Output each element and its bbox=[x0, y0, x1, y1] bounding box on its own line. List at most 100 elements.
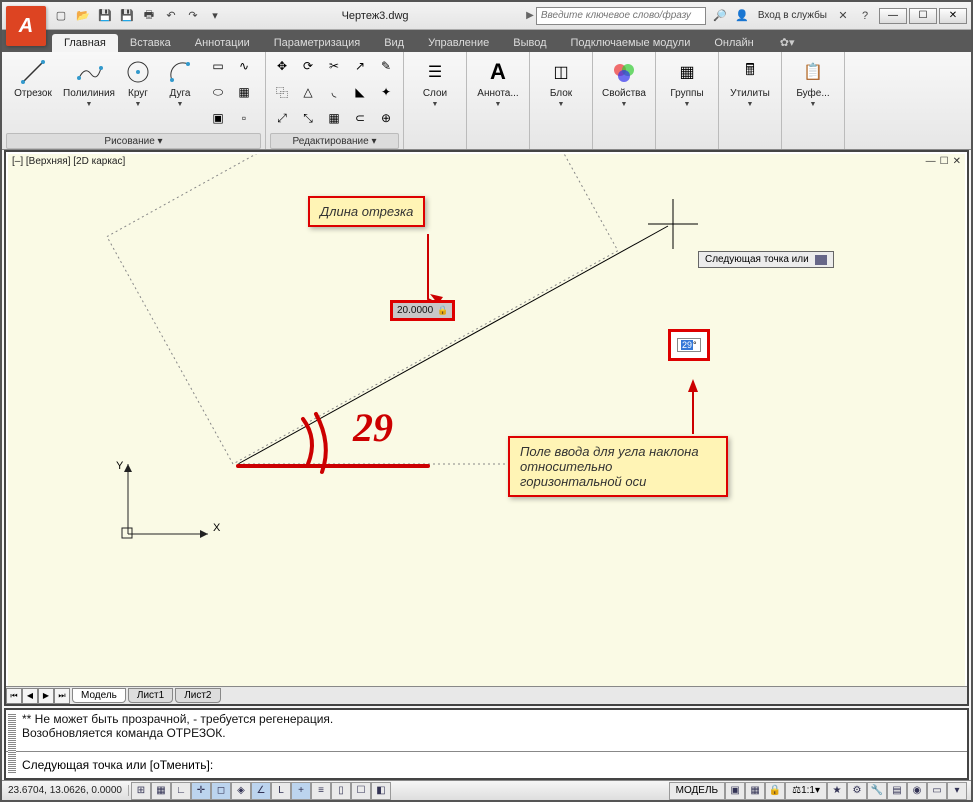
rectangle-icon[interactable]: ▭ bbox=[206, 54, 230, 78]
qat-dropdown-icon[interactable]: ▾ bbox=[206, 7, 224, 25]
exchange-icon[interactable]: ✕ bbox=[833, 7, 853, 25]
redo-icon[interactable]: ↷ bbox=[184, 7, 202, 25]
search-input[interactable] bbox=[536, 7, 706, 25]
annoscale-icon[interactable]: 🔒 bbox=[765, 782, 785, 800]
user-icon[interactable]: 👤 bbox=[732, 7, 752, 25]
clean-icon[interactable]: ▭ bbox=[927, 782, 947, 800]
utilities-button[interactable]: 🖩Утилиты▼ bbox=[723, 54, 777, 112]
tab-view[interactable]: Вид bbox=[372, 34, 416, 52]
sc-icon[interactable]: ◧ bbox=[371, 782, 391, 800]
quickview2-icon[interactable]: ▦ bbox=[745, 782, 765, 800]
copy-icon[interactable]: ⿻ bbox=[270, 80, 294, 104]
ws-icon[interactable]: ⚙ bbox=[847, 782, 867, 800]
dynamic-length-input[interactable]: 20.0000 🔒 bbox=[390, 300, 455, 321]
tpy-icon[interactable]: ▯ bbox=[331, 782, 351, 800]
lwt-icon[interactable]: ≡ bbox=[311, 782, 331, 800]
isolate-icon[interactable]: ◉ bbox=[907, 782, 927, 800]
panel-draw-label[interactable]: Рисование ▾ bbox=[6, 133, 261, 149]
command-input[interactable]: Следующая точка или [оТменить]: bbox=[6, 752, 967, 778]
arc-button[interactable]: Дуга▼ bbox=[160, 54, 200, 112]
tab-annotate[interactable]: Аннотации bbox=[183, 34, 262, 52]
tab-help-icon[interactable]: ✿▾ bbox=[774, 33, 801, 52]
print-icon[interactable]: 🖶 bbox=[140, 7, 158, 25]
tab-manage[interactable]: Управление bbox=[416, 34, 501, 52]
search-icon[interactable]: 🔎 bbox=[710, 7, 730, 25]
tab-plugins[interactable]: Подключаемые модули bbox=[559, 34, 703, 52]
layers-button[interactable]: ☰Слои▼ bbox=[408, 54, 462, 112]
polyline-button[interactable]: Полилиния▼ bbox=[62, 54, 116, 112]
erase-icon[interactable]: ✎ bbox=[374, 54, 398, 78]
properties-button[interactable]: Свойства▼ bbox=[597, 54, 651, 112]
annovisibility-icon[interactable]: ★ bbox=[827, 782, 847, 800]
sheet-first-icon[interactable]: ⏮ bbox=[6, 688, 22, 704]
trim-icon[interactable]: ✂ bbox=[322, 54, 346, 78]
dyn-icon[interactable]: + bbox=[291, 782, 311, 800]
open-icon[interactable]: 📂 bbox=[74, 7, 92, 25]
sheet-next-icon[interactable]: ▶ bbox=[38, 688, 54, 704]
region-icon[interactable]: ▣ bbox=[206, 106, 230, 130]
move-icon[interactable]: ✥ bbox=[270, 54, 294, 78]
tab-output[interactable]: Вывод bbox=[501, 34, 558, 52]
mirror-icon[interactable]: △ bbox=[296, 80, 320, 104]
tab-sheet1[interactable]: Лист1 bbox=[128, 688, 173, 703]
minimize-button[interactable]: — bbox=[879, 8, 907, 24]
point-icon[interactable]: ▫ bbox=[232, 106, 256, 130]
snap-icon[interactable]: ⊞ bbox=[131, 782, 151, 800]
save-icon[interactable]: 💾 bbox=[96, 7, 114, 25]
extend-icon[interactable]: ↗ bbox=[348, 54, 372, 78]
app-logo[interactable]: A bbox=[6, 6, 46, 46]
groups-button[interactable]: ▦Группы▼ bbox=[660, 54, 714, 112]
new-icon[interactable]: ▢ bbox=[52, 7, 70, 25]
otrack-icon[interactable]: ∠ bbox=[251, 782, 271, 800]
rotate-icon[interactable]: ⟳ bbox=[296, 54, 320, 78]
hatch-icon[interactable]: ▦ bbox=[232, 80, 256, 104]
maximize-button[interactable]: ☐ bbox=[909, 8, 937, 24]
ellipse-icon[interactable]: ⬭ bbox=[206, 80, 230, 104]
tab-model[interactable]: Модель bbox=[72, 688, 126, 703]
sheet-prev-icon[interactable]: ◀ bbox=[22, 688, 38, 704]
panel-modify-label[interactable]: Редактирование ▾ bbox=[270, 133, 399, 149]
prompt-menu-icon[interactable] bbox=[815, 255, 827, 265]
tab-sheet2[interactable]: Лист2 bbox=[175, 688, 220, 703]
block-button[interactable]: ◫Блок▼ bbox=[534, 54, 588, 112]
tray-icon[interactable]: ▾ bbox=[947, 782, 967, 800]
dynamic-angle-input[interactable]: 29° bbox=[668, 329, 710, 361]
spline-icon[interactable]: ∿ bbox=[232, 54, 256, 78]
fillet-icon[interactable]: ◟ bbox=[322, 80, 346, 104]
drawing-canvas[interactable]: [–] [Верхняя] [2D каркас] — ☐ ✕ bbox=[8, 154, 965, 686]
coordinates[interactable]: 23.6704, 13.0626, 0.0000 bbox=[2, 785, 129, 796]
close-button[interactable]: ✕ bbox=[939, 8, 967, 24]
scale-icon[interactable]: ⤡ bbox=[296, 106, 320, 130]
polar-icon[interactable]: ✛ bbox=[191, 782, 211, 800]
hardware-icon[interactable]: ▤ bbox=[887, 782, 907, 800]
array-icon[interactable]: ▦ bbox=[322, 106, 346, 130]
osnap-icon[interactable]: ◻ bbox=[211, 782, 231, 800]
qp-icon[interactable]: ☐ bbox=[351, 782, 371, 800]
quickview-icon[interactable]: ▣ bbox=[725, 782, 745, 800]
stretch-icon[interactable]: ⤢ bbox=[270, 106, 294, 130]
saveas-icon[interactable]: 💾 bbox=[118, 7, 136, 25]
login-link[interactable]: Вход в службы bbox=[754, 10, 831, 21]
tab-parametric[interactable]: Параметризация bbox=[262, 34, 372, 52]
explode-icon[interactable]: ✦ bbox=[374, 80, 398, 104]
cmd-grip-icon[interactable] bbox=[8, 714, 16, 774]
anno-scale[interactable]: ⚖ 1:1 ▾ bbox=[785, 782, 827, 800]
join-icon[interactable]: ⊕ bbox=[374, 106, 398, 130]
tab-insert[interactable]: Вставка bbox=[118, 34, 183, 52]
annotate-button[interactable]: AАннота...▼ bbox=[471, 54, 525, 112]
3dosnap-icon[interactable]: ◈ bbox=[231, 782, 251, 800]
model-space-label[interactable]: МОДЕЛЬ bbox=[669, 782, 725, 800]
line-button[interactable]: Отрезок bbox=[6, 54, 60, 103]
undo-icon[interactable]: ↶ bbox=[162, 7, 180, 25]
offset-icon[interactable]: ⊂ bbox=[348, 106, 372, 130]
sheet-last-icon[interactable]: ⏭ bbox=[54, 688, 70, 704]
ducs-icon[interactable]: L bbox=[271, 782, 291, 800]
ortho-icon[interactable]: ∟ bbox=[171, 782, 191, 800]
grid-icon[interactable]: ▦ bbox=[151, 782, 171, 800]
tab-online[interactable]: Онлайн bbox=[702, 34, 765, 52]
tab-home[interactable]: Главная bbox=[52, 34, 118, 52]
toolbar-icon[interactable]: 🔧 bbox=[867, 782, 887, 800]
chamfer-icon[interactable]: ◣ bbox=[348, 80, 372, 104]
clipboard-button[interactable]: 📋Буфе...▼ bbox=[786, 54, 840, 112]
circle-button[interactable]: Круг▼ bbox=[118, 54, 158, 112]
